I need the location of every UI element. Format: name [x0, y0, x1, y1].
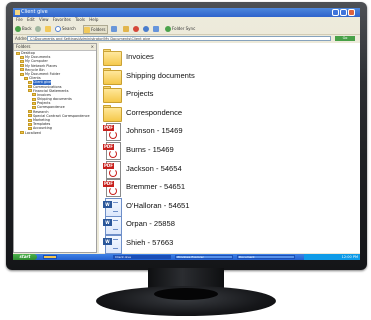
file-name: Orpan - 25858	[126, 219, 175, 229]
folder-icon	[28, 114, 32, 118]
folder-icon	[28, 85, 32, 89]
folders-pane: Folders × Desktop My Documents My Computer…	[13, 43, 97, 253]
file-name: Shipping documents	[126, 70, 195, 80]
folder-sync-button[interactable]: Folder Sync	[165, 25, 195, 32]
folder-icon	[20, 72, 24, 76]
folder-icon	[28, 80, 32, 84]
file-name: O'Halloran - 54651	[126, 200, 190, 210]
move-icon	[123, 26, 129, 32]
delete-icon	[133, 26, 139, 32]
folder-icon	[103, 104, 122, 122]
window-titlebar[interactable]: Client give	[13, 8, 360, 17]
system-tray: 12:00 PM	[304, 254, 360, 260]
folder-icon	[28, 126, 32, 130]
pdf-file-icon: PDF	[103, 160, 122, 179]
maximize-button[interactable]	[340, 9, 347, 16]
word-document-icon: W	[103, 216, 122, 236]
folders-button[interactable]: Folders	[83, 25, 109, 34]
minimize-button[interactable]	[332, 9, 339, 16]
folder-icon	[28, 89, 32, 93]
undo-button[interactable]	[143, 25, 150, 32]
quick-launch-icon[interactable]	[43, 255, 57, 259]
up-folder-button[interactable]	[45, 25, 52, 32]
tree-item-label: Localized	[25, 130, 41, 135]
file-name: Projects	[126, 89, 154, 99]
taskbar-item-windows-explorer[interactable]: Windows Explorer	[175, 255, 233, 259]
undo-icon	[143, 26, 149, 32]
tree-item[interactable]: Localized	[14, 131, 96, 135]
file-name: Invoices	[126, 52, 154, 61]
folder-icon	[103, 67, 122, 85]
view-button[interactable]	[111, 25, 118, 32]
files-pane: Invoices Shipping documents Projects Corres…	[99, 43, 360, 255]
menu-file[interactable]: File	[16, 17, 23, 22]
folder-icon	[32, 97, 36, 101]
back-button[interactable]: Back	[15, 25, 32, 32]
clock: 12:00 PM	[341, 255, 358, 259]
pdf-file-icon: PDF	[103, 123, 122, 142]
views-icon	[111, 26, 117, 32]
file-name: Bremmer - 54651	[126, 182, 186, 192]
menu-favorites[interactable]: Favorites	[53, 17, 71, 22]
folder-icon	[20, 55, 24, 59]
taskbar-item-document[interactable]: Document	[237, 255, 295, 259]
file-name: Shieh - 57663	[126, 238, 174, 247]
menu-help[interactable]: Help	[89, 17, 98, 22]
folders-icon	[84, 27, 90, 33]
menu-view[interactable]: View	[39, 17, 49, 22]
folder-tree: Desktop My Documents My Computer My Network…	[14, 51, 96, 135]
folder-icon	[32, 101, 36, 105]
address-bar: Address C:\Documents and Settings\Admini…	[13, 35, 360, 42]
properties-icon	[153, 26, 159, 32]
address-input[interactable]: C:\Documents and Settings\Administrator\…	[27, 36, 331, 41]
word-document-icon: W	[103, 235, 122, 254]
menu-edit[interactable]: Edit	[27, 17, 35, 22]
folder-icon	[15, 10, 20, 15]
taskbar-item-explorer[interactable]: Client give	[113, 255, 171, 259]
back-arrow-icon	[15, 26, 21, 32]
folders-pane-header: Folders ×	[14, 44, 96, 51]
move-to-button[interactable]	[123, 25, 130, 32]
delete-button[interactable]	[133, 25, 140, 32]
folder-icon	[20, 64, 24, 68]
screen: Client give File Edit View Favorites Too…	[13, 8, 360, 260]
go-button[interactable]: Go	[335, 36, 355, 41]
pdf-file-icon: PDF	[103, 179, 122, 198]
folders-pane-title: Folders	[16, 44, 31, 49]
file-name: Jackson - 54654	[126, 163, 182, 173]
folder-icon	[103, 86, 122, 104]
forward-arrow-icon	[35, 26, 41, 32]
folder-icon	[24, 76, 28, 80]
folder-icon	[28, 118, 32, 122]
up-folder-icon	[45, 26, 51, 32]
file-name: Johnson - 15469	[126, 126, 183, 136]
sync-icon	[165, 26, 171, 32]
toolbar: Back Search Folders Folder Sync	[13, 23, 360, 35]
window-title: Client give	[21, 9, 48, 15]
close-pane-button[interactable]: ×	[91, 44, 94, 50]
taskbar: start Client give Windows Explorer Docum…	[13, 254, 360, 260]
file-name: Burns - 15469	[126, 145, 174, 154]
folder-icon	[16, 51, 20, 55]
file-list-item[interactable]: W Shieh - 57663	[99, 234, 360, 255]
folder-icon	[32, 93, 36, 97]
close-button[interactable]	[348, 9, 355, 16]
folder-icon	[20, 59, 24, 63]
folder-icon	[28, 110, 32, 114]
pdf-file-icon: PDF	[103, 142, 122, 160]
search-icon	[55, 26, 61, 32]
search-button[interactable]: Search	[55, 25, 76, 32]
menu-tools[interactable]: Tools	[75, 17, 85, 22]
start-button[interactable]: start	[13, 254, 37, 260]
monitor-base-hole	[154, 288, 218, 300]
file-name: Correspondence	[126, 107, 183, 117]
folder-icon	[20, 131, 24, 135]
forward-button[interactable]	[35, 25, 42, 32]
folder-icon	[32, 106, 36, 110]
folder-icon	[28, 122, 32, 126]
folder-icon	[103, 49, 122, 66]
folder-icon	[20, 68, 24, 72]
word-document-icon: W	[103, 197, 122, 217]
properties-button[interactable]	[153, 25, 160, 32]
